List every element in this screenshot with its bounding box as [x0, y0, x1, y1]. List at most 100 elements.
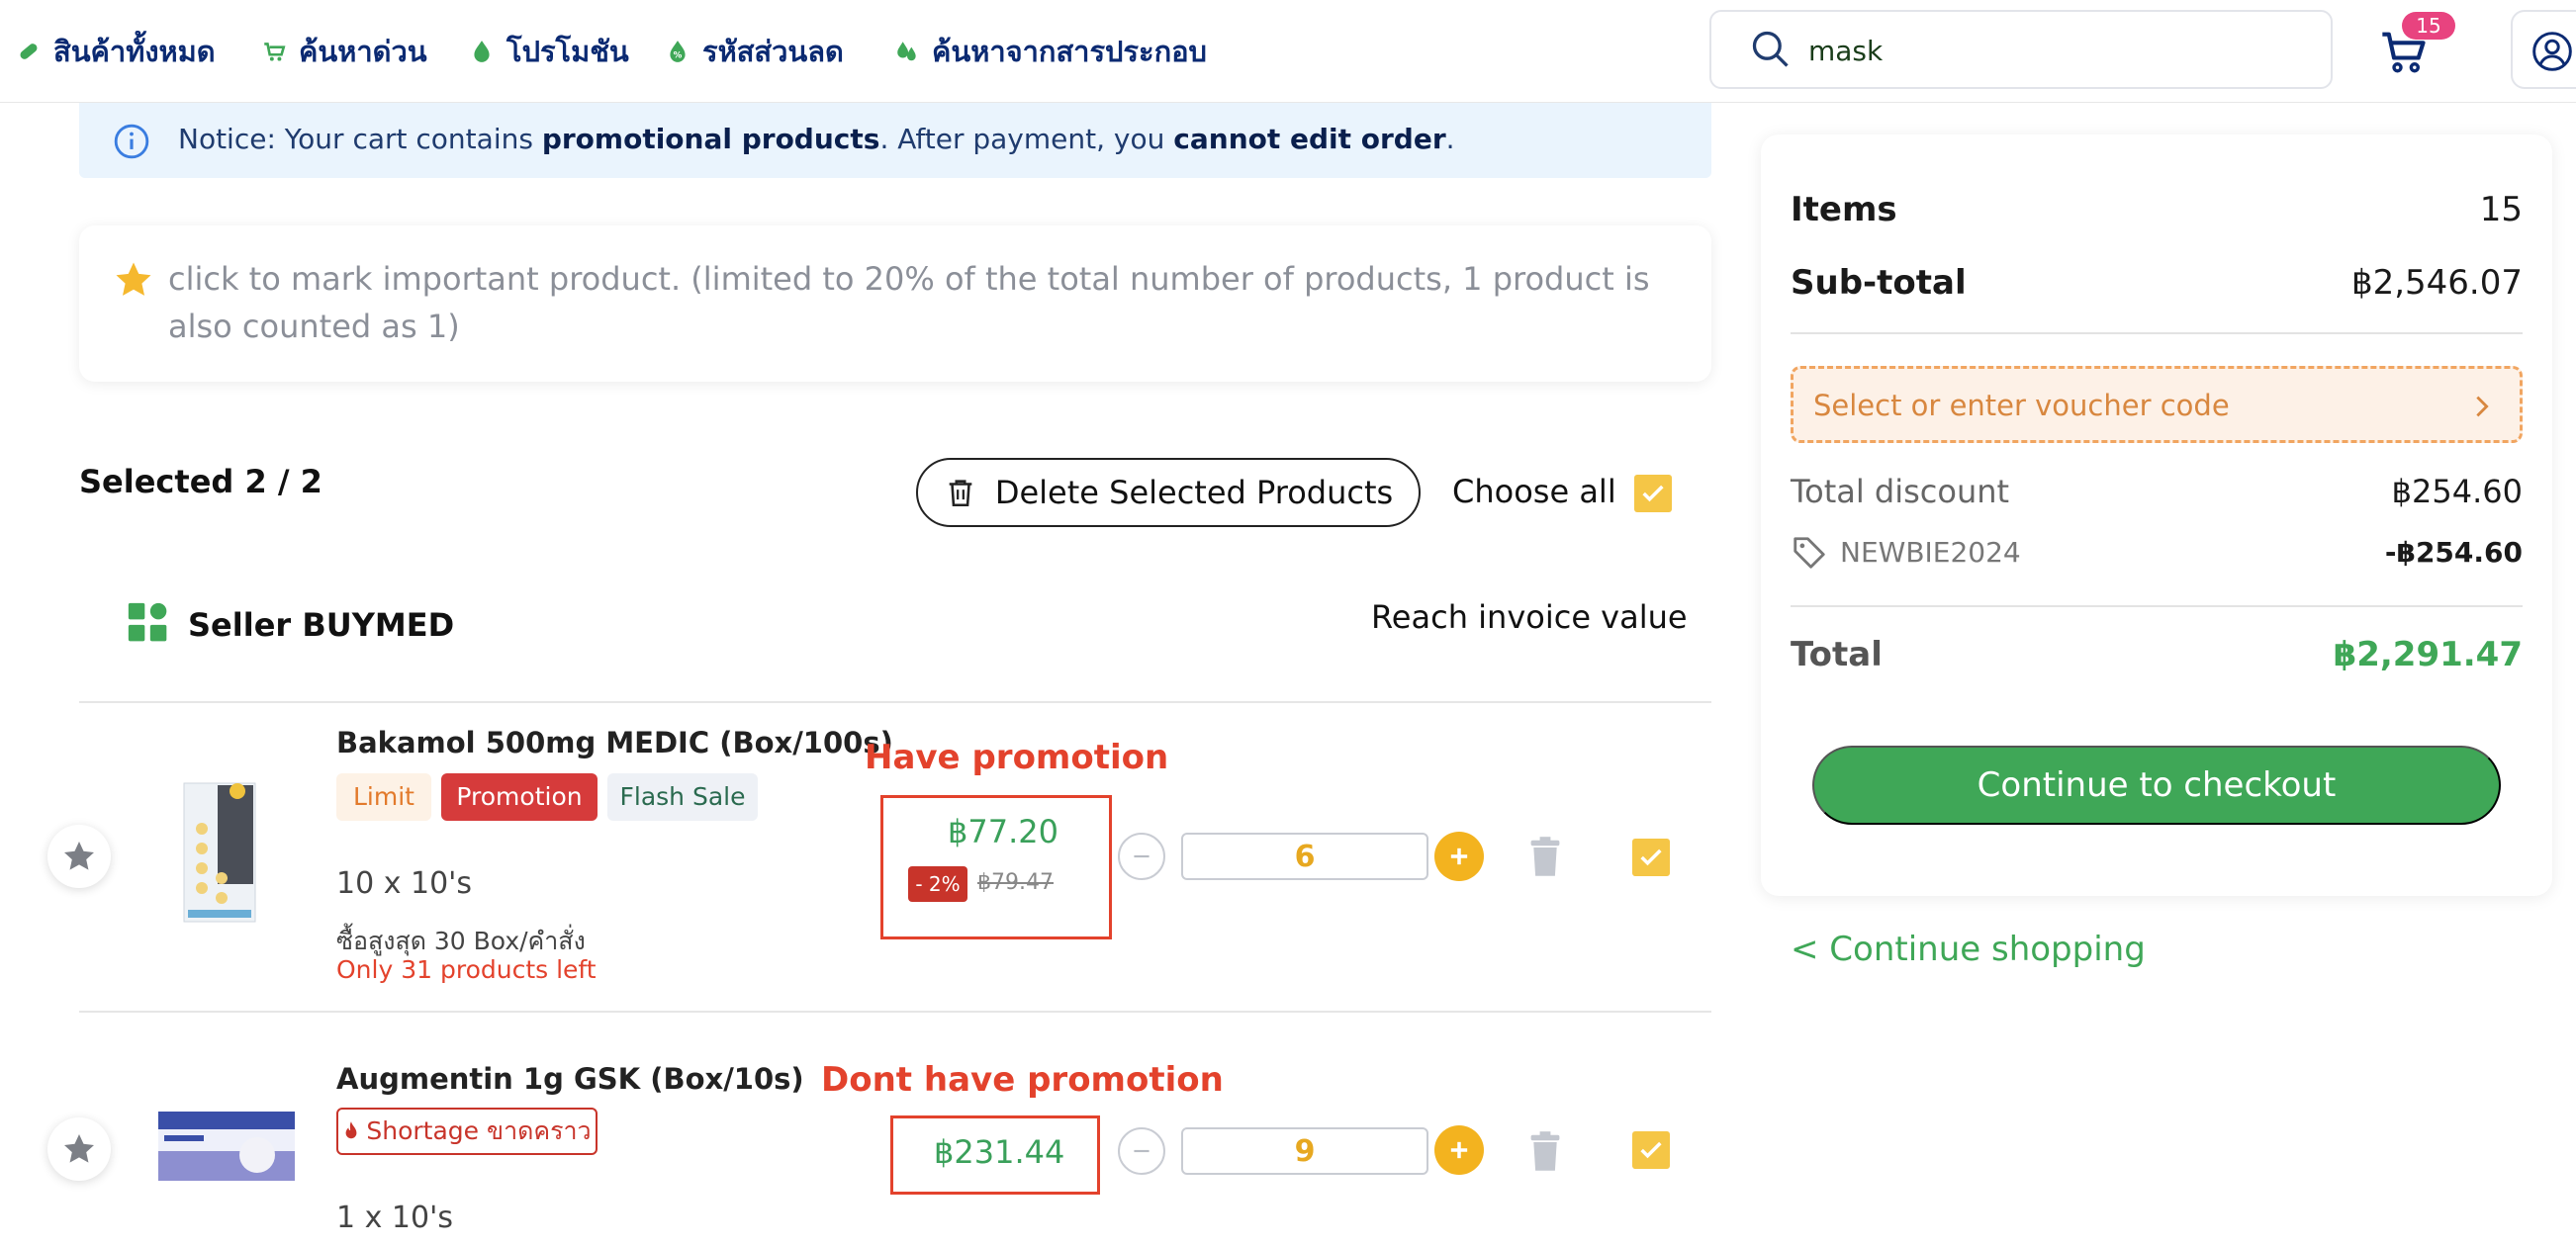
original-price: ฿79.47	[977, 870, 1054, 895]
choose-all-checkbox[interactable]	[1634, 475, 1672, 512]
choose-all-label: Choose all	[1452, 473, 1616, 510]
fire-icon	[345, 1121, 357, 1139]
tag-icon	[1794, 537, 1825, 569]
quantity-input[interactable]	[1181, 833, 1428, 880]
voucher-code: NEWBIE2024	[1840, 536, 2021, 569]
info-icon	[114, 124, 149, 159]
svg-text:%: %	[674, 51, 683, 61]
total-value: ฿2,291.47	[2333, 635, 2523, 674]
voucher-label: Select or enter voucher code	[1813, 389, 2230, 422]
decrease-qty-button[interactable]	[1118, 1127, 1165, 1175]
notice-text: Notice: Your cart contains promotional p…	[178, 123, 1455, 155]
item-checkbox[interactable]	[1632, 1131, 1670, 1169]
product-price: ฿231.44	[934, 1133, 1065, 1171]
minus-icon	[1134, 1149, 1150, 1153]
promo-notice: Notice: Your cart contains promotional p…	[79, 103, 1711, 178]
check-icon	[1640, 848, 1662, 866]
star-info-card: click to mark important product. (limite…	[79, 225, 1711, 382]
continue-shopping-link[interactable]: < Continue shopping	[1791, 930, 2146, 969]
increase-qty-button[interactable]	[1434, 832, 1484, 881]
limit-tag: Limit	[336, 773, 431, 821]
selected-count: Selected 2 / 2	[79, 463, 322, 500]
trash-icon	[1530, 1131, 1560, 1171]
check-icon	[1642, 485, 1664, 502]
product-image[interactable]	[178, 771, 269, 928]
divider	[79, 1011, 1711, 1013]
nav-item-label: รหัสส่วนลด	[702, 35, 844, 68]
product-name[interactable]: Augmentin 1g GSK (Box/10s)	[336, 1062, 804, 1096]
drop-icon	[474, 41, 490, 62]
stock-left: Only 31 products left	[336, 955, 597, 984]
increase-qty-button[interactable]	[1434, 1125, 1484, 1175]
top-nav: สินค้าทั้งหมด ค้นหาด่วน โปรโมชัน % รหัสส…	[0, 0, 2576, 103]
pill-icon	[20, 44, 38, 59]
trash-icon	[949, 480, 972, 507]
quantity-input[interactable]	[1181, 1127, 1428, 1175]
product-name[interactable]: Bakamol 500mg MEDIC (Box/100s)	[336, 726, 893, 759]
shortage-tag: Shortage ขาดคราว	[336, 1108, 598, 1155]
plus-icon	[1450, 1141, 1468, 1159]
total-discount-label: Total discount	[1791, 473, 2010, 510]
check-icon	[1640, 1141, 1662, 1159]
plus-icon	[1450, 847, 1468, 865]
search-input[interactable]	[1808, 26, 2303, 75]
nav-item-quick-search[interactable]: ค้นหาด่วน	[261, 30, 427, 73]
discount-badge: - 2%	[908, 866, 967, 902]
search-box[interactable]	[1709, 10, 2333, 89]
voucher-code-value: -฿254.60	[2384, 536, 2523, 569]
total-label: Total	[1791, 635, 1883, 674]
subtotal-label: Sub-total	[1791, 263, 1967, 303]
cart-icon	[264, 43, 286, 61]
nav-item-voucher[interactable]: % รหัสส่วนลด	[665, 30, 844, 73]
augmentin-box-image	[158, 1112, 295, 1181]
chevron-right-icon	[2476, 396, 2489, 417]
nav-item-ingredient-search[interactable]: ค้นหาจากสารประกอบ	[894, 30, 1207, 73]
seller-name: Seller BUYMED	[188, 606, 455, 644]
account-button[interactable]	[2511, 10, 2576, 89]
remove-item-button[interactable]	[1527, 1129, 1563, 1177]
divider	[1791, 332, 2523, 334]
decrease-qty-button[interactable]	[1118, 833, 1165, 880]
pack-size: 1 x 10's	[336, 1201, 453, 1235]
order-summary: Items 15 Sub-total ฿2,546.07 Select or e…	[1761, 134, 2552, 896]
promotion-annotation: Have promotion	[865, 738, 1169, 777]
reach-invoice-link[interactable]: Reach invoice value	[1371, 598, 1688, 636]
seller-logo-icon	[128, 602, 167, 642]
nav-item-all-products[interactable]: สินค้าทั้งหมด	[16, 30, 216, 73]
star-icon	[116, 262, 151, 296]
item-checkbox[interactable]	[1632, 839, 1670, 876]
promotion-tag: Promotion	[441, 773, 598, 821]
cart-count-badge: 15	[2402, 12, 2455, 40]
percent-tag-icon: %	[670, 41, 686, 62]
no-promotion-annotation: Dont have promotion	[821, 1060, 1224, 1100]
subtotal-value: ฿2,546.07	[2350, 263, 2523, 303]
checkout-button[interactable]: Continue to checkout	[1812, 746, 2501, 825]
pack-size: 10 x 10's	[336, 866, 473, 901]
delete-selected-button[interactable]: Delete Selected Products	[916, 458, 1421, 527]
divider	[79, 701, 1711, 703]
items-value: 15	[2479, 190, 2523, 229]
star-icon	[64, 842, 94, 870]
product-price: ฿77.20	[948, 813, 1058, 850]
mark-important-button[interactable]	[47, 1117, 111, 1181]
divider	[1791, 605, 2523, 607]
star-icon	[64, 1134, 94, 1163]
total-discount-value: ฿254.60	[2391, 473, 2523, 510]
bakamol-box-image	[183, 782, 256, 923]
delete-selected-label: Delete Selected Products	[994, 474, 1394, 511]
items-label: Items	[1791, 190, 1897, 229]
flash-sale-tag: Flash Sale	[607, 773, 758, 821]
search-icon	[1752, 31, 1789, 67]
voucher-selector[interactable]: Select or enter voucher code	[1791, 366, 2523, 443]
drops-icon	[897, 42, 916, 61]
nav-item-promotion[interactable]: โปรโมชัน	[469, 30, 629, 73]
mark-important-button[interactable]	[47, 825, 111, 888]
product-image[interactable]	[158, 1112, 295, 1181]
minus-icon	[1134, 854, 1150, 858]
user-icon	[2532, 32, 2572, 71]
remove-item-button[interactable]	[1527, 835, 1563, 882]
trash-icon	[1530, 837, 1560, 876]
nav-item-label: ค้นหาจากสารประกอบ	[932, 35, 1207, 68]
star-info-text: click to mark important product. (limite…	[168, 260, 1650, 345]
nav-item-label: โปรโมชัน	[506, 35, 629, 68]
